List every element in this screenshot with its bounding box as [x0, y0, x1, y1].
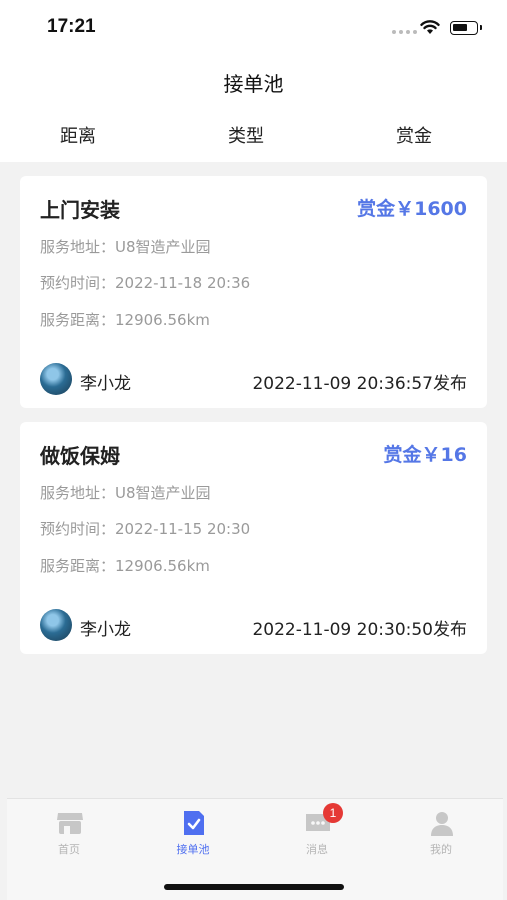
order-card[interactable]: 做饭保姆 赏金￥16 服务地址：U8智造产业园 预约时间：2022-11-15 … [20, 422, 487, 654]
checklist-icon [184, 811, 204, 835]
filter-reward[interactable]: 赏金 [344, 122, 484, 148]
tab-label: 我的 [430, 843, 452, 856]
filter-bar: 距离 类型 赏金 [0, 122, 507, 148]
author-name: 李小龙 [80, 374, 131, 394]
order-distance: 服务距离：12906.56km [40, 311, 210, 329]
page-title: 接单池 [223, 72, 284, 96]
filter-type[interactable]: 类型 [176, 122, 316, 148]
shop-icon [57, 813, 83, 834]
order-address: 服务地址：U8智造产业园 [40, 484, 211, 502]
tab-order-pool[interactable]: 接单池 [131, 805, 255, 859]
top-panel: 17:21 接单池 距离 类型 赏金 [0, 0, 507, 162]
order-appointment-time: 预约时间：2022-11-15 20:30 [40, 520, 251, 538]
tab-home[interactable]: 首页 [7, 805, 131, 859]
battery-icon [450, 21, 482, 35]
author-name: 李小龙 [80, 620, 131, 640]
order-reward: 赏金￥16 [383, 444, 467, 466]
posted-time: 2022-11-09 20:30:50发布 [252, 620, 467, 640]
order-distance: 服务距离：12906.56km [40, 557, 210, 575]
home-indicator [164, 884, 344, 890]
posted-time: 2022-11-09 20:36:57发布 [252, 374, 467, 394]
order-title: 上门安装 [40, 198, 120, 222]
tab-label: 消息 [306, 843, 328, 856]
cellular-signal-icon [392, 30, 417, 34]
order-appointment-time: 预约时间：2022-11-18 20:36 [40, 274, 251, 292]
user-icon [431, 812, 453, 836]
unread-badge: 1 [323, 803, 343, 823]
order-card[interactable]: 上门安装 赏金￥1600 服务地址：U8智造产业园 预约时间：2022-11-1… [20, 176, 487, 408]
tab-label: 接单池 [176, 843, 210, 856]
tab-label: 首页 [58, 843, 80, 856]
tab-messages[interactable]: 1 消息 [255, 803, 379, 859]
order-address: 服务地址：U8智造产业园 [40, 238, 211, 256]
order-title: 做饭保姆 [40, 444, 120, 468]
order-reward: 赏金￥1600 [357, 198, 467, 220]
avatar [40, 363, 72, 395]
wifi-icon [420, 20, 440, 34]
filter-distance[interactable]: 距离 [8, 122, 148, 148]
avatar [40, 609, 72, 641]
status-bar: 17:21 [0, 0, 507, 56]
status-time: 17:21 [47, 16, 96, 37]
tab-profile[interactable]: 我的 [379, 805, 503, 859]
